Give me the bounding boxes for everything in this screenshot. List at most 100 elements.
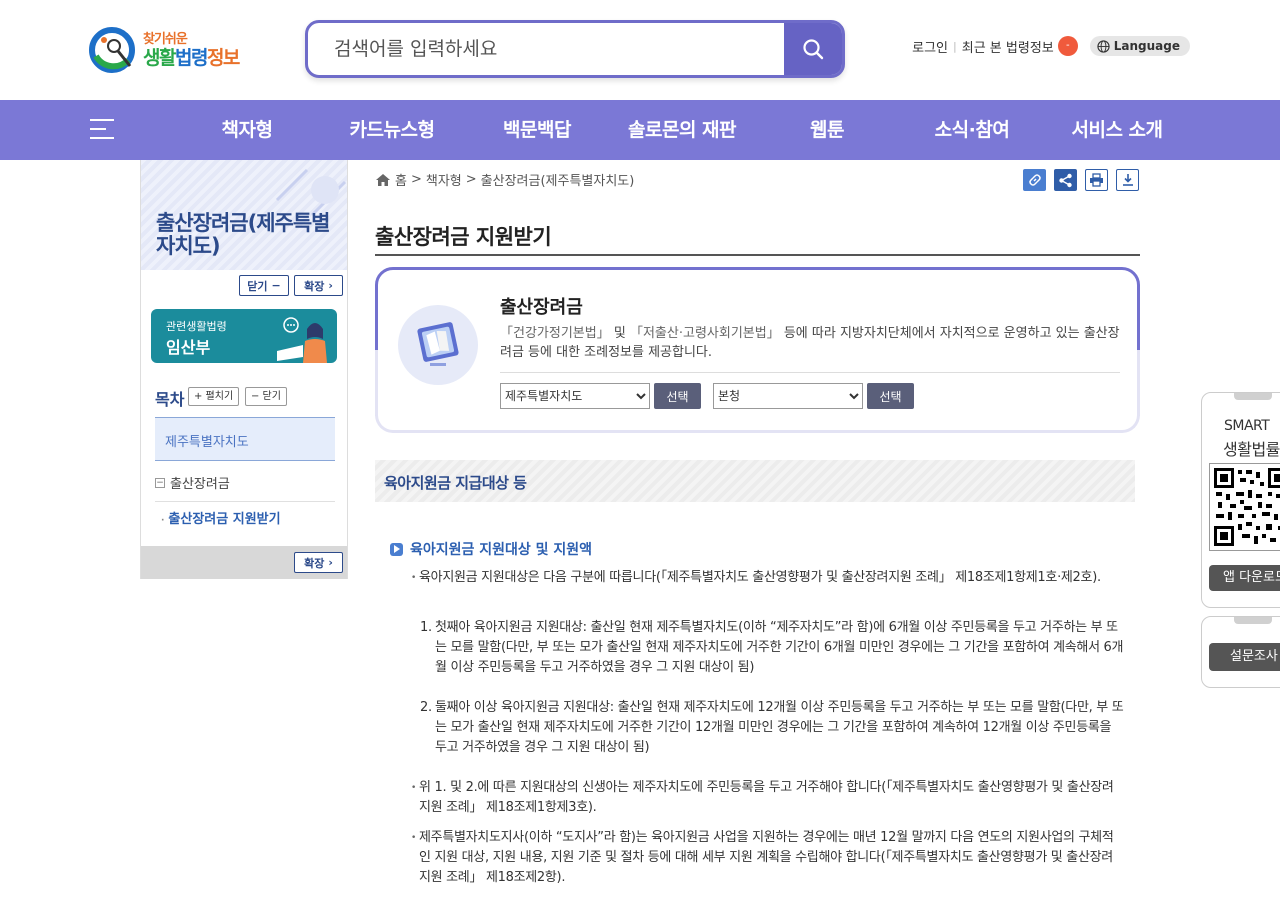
link-icon (1028, 174, 1041, 186)
search-box (305, 20, 845, 78)
item-number: 1. (420, 620, 432, 635)
divider (500, 372, 1120, 373)
nav-item-about[interactable]: 서비스 소개 (1071, 100, 1163, 160)
search-input[interactable] (308, 23, 784, 75)
recent-count-badge: - (1057, 36, 1078, 56)
intro-description: 「건강가정기본법」 및 「저출산·고령사회기본법」 등에 따라 지방자치단체에서… (500, 324, 1120, 362)
nav-item-news[interactable]: 소식·참여 (935, 100, 1010, 160)
nav-item-cardnews[interactable]: 카드뉴스형 (350, 100, 435, 160)
breadcrumb-level2[interactable]: 출산장려금(제주특별자치도) (481, 170, 635, 189)
banner-subtitle: 관련생활법령 (166, 320, 227, 333)
main-nav: 책자형 카드뉴스형 백문백답 솔로몬의 재판 웹툰 소식·참여 서비스 소개 (0, 100, 1280, 160)
breadcrumb: 홈 > 책자형 > 출산장려금(제주특별자치도) (375, 170, 634, 189)
logo-big-part-2: 법령 (174, 47, 208, 69)
intro-title: 출산장려금 (500, 297, 583, 318)
download-button[interactable] (1116, 169, 1139, 191)
item-number: 2. (420, 700, 432, 715)
subsection-title: 육아지원금 지원대상 및 지원액 (410, 542, 593, 558)
qr-code-graphic (1214, 468, 1280, 546)
item-text: 첫째아 육아지원금 지원대상: 출산일 현재 제주특별자치도(이하 “제주자치도… (435, 620, 1124, 675)
chevron-right-icon: › (328, 556, 333, 569)
sidebar-title: 출산장려금(제주특별자치도) (156, 211, 330, 258)
sidebar-header: 출산장려금(제주특별자치도) (141, 160, 347, 270)
breadcrumb-home[interactable]: 홈 (395, 170, 407, 189)
toc-item-label: 출산장려금 (170, 477, 230, 492)
breadcrumb-separator: > (410, 172, 422, 187)
nav-item-webtoon[interactable]: 웹툰 (810, 100, 844, 160)
divider (375, 254, 1140, 256)
smart-app-widget: SMART 생활법률 앱 다운로드 (1201, 392, 1280, 608)
nav-item-qna[interactable]: 백문백답 (503, 100, 571, 160)
globe-icon (1097, 39, 1110, 53)
sidebar-close-button[interactable]: 닫기 − (239, 275, 289, 296)
office-select-button[interactable]: 선택 (867, 383, 914, 409)
breadcrumb-separator: > (465, 172, 477, 187)
divider: | (953, 39, 957, 53)
toc-title: 목차 (155, 390, 185, 409)
intro-conjunction: 및 (609, 326, 630, 341)
print-button[interactable] (1085, 169, 1108, 191)
site-header: 찾기쉬운 생활법령정보 로그인 | 최근 본 법령정보 - Language (0, 0, 1280, 100)
link-copy-button[interactable] (1023, 169, 1046, 191)
office-select[interactable]: 본청 (713, 383, 863, 409)
sidebar-footer-expand-label: 확장 (304, 556, 325, 570)
intro-illustration (398, 305, 478, 385)
section-title: 육아지원금 지급대상 등 (384, 474, 527, 492)
recent-laws-link[interactable]: 최근 본 법령정보 (962, 37, 1054, 56)
login-link[interactable]: 로그인 (912, 37, 948, 56)
region-select[interactable]: 제주특별자치도 (500, 383, 650, 409)
logo-big-text: 생활법령정보 (143, 43, 240, 70)
search-icon (803, 39, 824, 60)
content-paragraph: 위 1. 및 2.에 따른 지원대상의 신생아는 제주자치도에 주민등록을 두고… (411, 778, 1124, 818)
share-icon (1059, 173, 1072, 187)
sidebar: 출산장려금(제주특별자치도) 닫기 − 확장 › 관련생활법령 임산부 목차 + 펼… (140, 160, 348, 579)
sidebar-expand-button[interactable]: 확장 › (294, 275, 343, 296)
app-download-button[interactable]: 앱 다운로드 (1209, 565, 1280, 591)
survey-button[interactable]: 설문조사 (1209, 643, 1280, 671)
menu-icon[interactable] (90, 119, 114, 141)
home-icon[interactable] (375, 173, 391, 187)
sidebar-footer-expand-button[interactable]: 확장 › (294, 552, 343, 573)
region-select-button[interactable]: 선택 (654, 383, 701, 409)
law-link[interactable]: 「건강가정기본법」 (500, 326, 610, 341)
banner-title: 임산부 (166, 338, 211, 357)
subsection-header: 육아지원금 지원대상 및 지원액 (390, 539, 592, 559)
arrow-right-icon (390, 542, 403, 556)
content-paragraph: 육아지원금 지원대상은 다음 구분에 따릅니다(「제주특별자치도 출산영향평가 … (411, 568, 1124, 588)
breadcrumb-level1[interactable]: 책자형 (426, 170, 462, 189)
toc-item-jeju[interactable]: 제주특별자치도 (155, 417, 335, 461)
search-button[interactable] (784, 23, 842, 75)
sidebar-close-label: 닫기 (247, 279, 268, 293)
law-link[interactable]: 「저출산·고령사회기본법」 (630, 326, 780, 341)
content-paragraph: 제주특별자치도지사(이하 “도지사”라 함)는 육아지원금 사업을 지원하는 경… (411, 828, 1124, 888)
toc-item-grant-receive[interactable]: · 출산장려금 지원받기 (161, 508, 281, 527)
site-logo[interactable]: 찾기쉬운 생활법령정보 (88, 24, 248, 76)
book-screen-icon (417, 322, 459, 366)
nav-item-booklet[interactable]: 책자형 (222, 100, 273, 160)
widget-tab (1234, 617, 1272, 624)
download-icon (1122, 174, 1133, 186)
print-icon (1090, 173, 1103, 187)
numbered-item: 2. 둘째아 이상 육아지원금 지원대상: 출산일 현재 제주자치도에 12개월… (420, 698, 1125, 758)
reading-person-icon (277, 317, 327, 363)
toc-item-label: 출산장려금 지원받기 (168, 512, 281, 527)
language-button[interactable]: Language (1089, 36, 1190, 56)
sidebar-expand-label: 확장 (304, 279, 325, 293)
intro-box: 출산장려금 「건강가정기본법」 및 「저출산·고령사회기본법」 등에 따라 지방… (375, 267, 1140, 433)
smart-label: SMART (1224, 418, 1270, 434)
life-law-label: 생활법률 (1223, 440, 1280, 459)
qr-code-icon (1209, 463, 1280, 551)
collapse-icon: − (155, 477, 165, 488)
minus-icon: − (271, 279, 281, 292)
toc-expand-button[interactable]: + 펼치기 (188, 387, 240, 406)
numbered-item: 1. 첫째아 육아지원금 지원대상: 출산일 현재 제주특별자치도(이하 “제주… (420, 618, 1125, 678)
widget-tab (1234, 393, 1272, 400)
page-title: 출산장려금 지원받기 (375, 225, 552, 249)
share-button[interactable] (1054, 169, 1077, 191)
toc-collapse-button[interactable]: − 닫기 (245, 387, 287, 406)
related-law-banner[interactable]: 관련생활법령 임산부 (151, 309, 337, 363)
sidebar-footer: 확장 › (141, 546, 347, 579)
nav-item-solomon[interactable]: 솔로몬의 재판 (628, 100, 737, 160)
utility-menu: 로그인 | 최근 본 법령정보 - Language (912, 36, 1190, 56)
toc-item-birth-grant[interactable]: − 출산장려금 (155, 464, 335, 502)
